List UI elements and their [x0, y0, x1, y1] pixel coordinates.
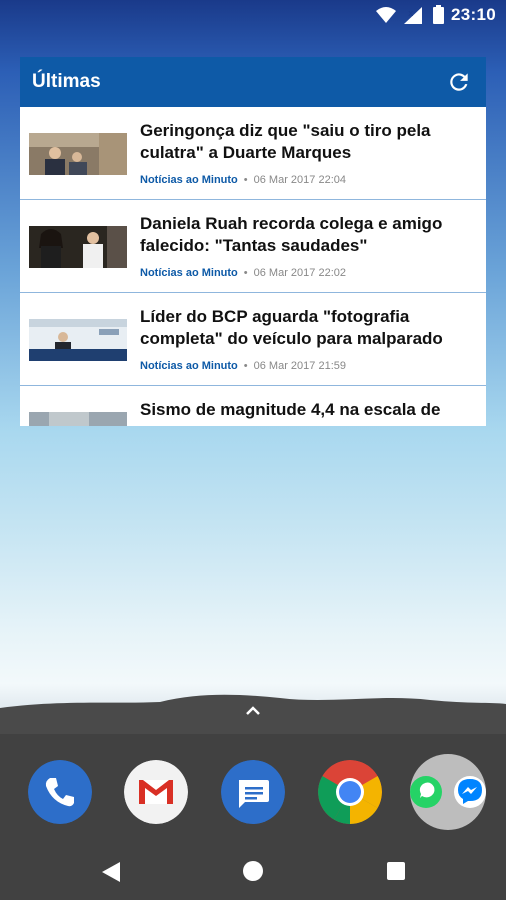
news-thumbnail — [29, 226, 127, 268]
battery-icon — [433, 5, 444, 24]
back-button[interactable] — [100, 860, 122, 884]
news-widget[interactable]: Últimas Geringonça diz que "saiu o tiro … — [20, 57, 486, 426]
news-source: Notícias ao Minuto — [140, 360, 238, 372]
wifi-icon — [376, 7, 396, 23]
news-date: 06 Mar 2017 21:59 — [253, 360, 346, 372]
navigation-bar — [0, 848, 506, 898]
widget-title: Últimas — [32, 71, 101, 92]
news-headline: Geringonça diz que "saiu o tiro pela cul… — [140, 121, 431, 162]
refresh-icon[interactable] — [446, 69, 472, 95]
signal-icon: x — [404, 7, 422, 24]
news-meta: Notícias ao Minuto • 06 Mar 2017 22:04 — [140, 174, 346, 186]
whatsapp-messenger-folder-icon[interactable] — [410, 754, 486, 830]
news-headline: Líder do BCP aguarda "fotografia complet… — [140, 307, 443, 348]
news-meta: Notícias ao Minuto • 06 Mar 2017 21:59 — [140, 360, 346, 372]
news-item[interactable]: Sismo de magnitude 4,4 na escala de — [20, 386, 486, 426]
news-source: Notícias ao Minuto — [140, 174, 238, 186]
news-thumbnail — [29, 412, 127, 426]
svg-text:x: x — [408, 9, 414, 19]
phone-icon[interactable] — [28, 760, 92, 824]
news-thumbnail — [29, 133, 127, 175]
news-date: 06 Mar 2017 22:02 — [253, 267, 346, 279]
news-item[interactable]: Geringonça diz que "saiu o tiro pela cul… — [20, 107, 486, 200]
news-source: Notícias ao Minuto — [140, 267, 238, 279]
news-thumbnail — [29, 319, 127, 361]
news-headline: Sismo de magnitude 4,4 na escala de — [140, 400, 441, 419]
home-button[interactable] — [242, 860, 264, 882]
news-meta: Notícias ao Minuto • 06 Mar 2017 22:02 — [140, 267, 346, 279]
chrome-icon[interactable] — [318, 760, 382, 824]
recents-button[interactable] — [386, 861, 406, 881]
clock: 23:10 — [451, 5, 496, 24]
news-date: 06 Mar 2017 22:04 — [253, 174, 346, 186]
messages-icon[interactable] — [221, 760, 285, 824]
news-headline: Daniela Ruah recorda colega e amigo fale… — [140, 214, 443, 255]
gmail-icon[interactable] — [124, 760, 188, 824]
status-bar: x 23:10 — [0, 0, 506, 32]
news-item[interactable]: Líder do BCP aguarda "fotografia complet… — [20, 293, 486, 386]
app-dock — [0, 754, 506, 830]
chevron-up-icon[interactable] — [244, 702, 262, 720]
widget-header: Últimas — [20, 57, 486, 107]
news-item[interactable]: Daniela Ruah recorda colega e amigo fale… — [20, 200, 486, 293]
